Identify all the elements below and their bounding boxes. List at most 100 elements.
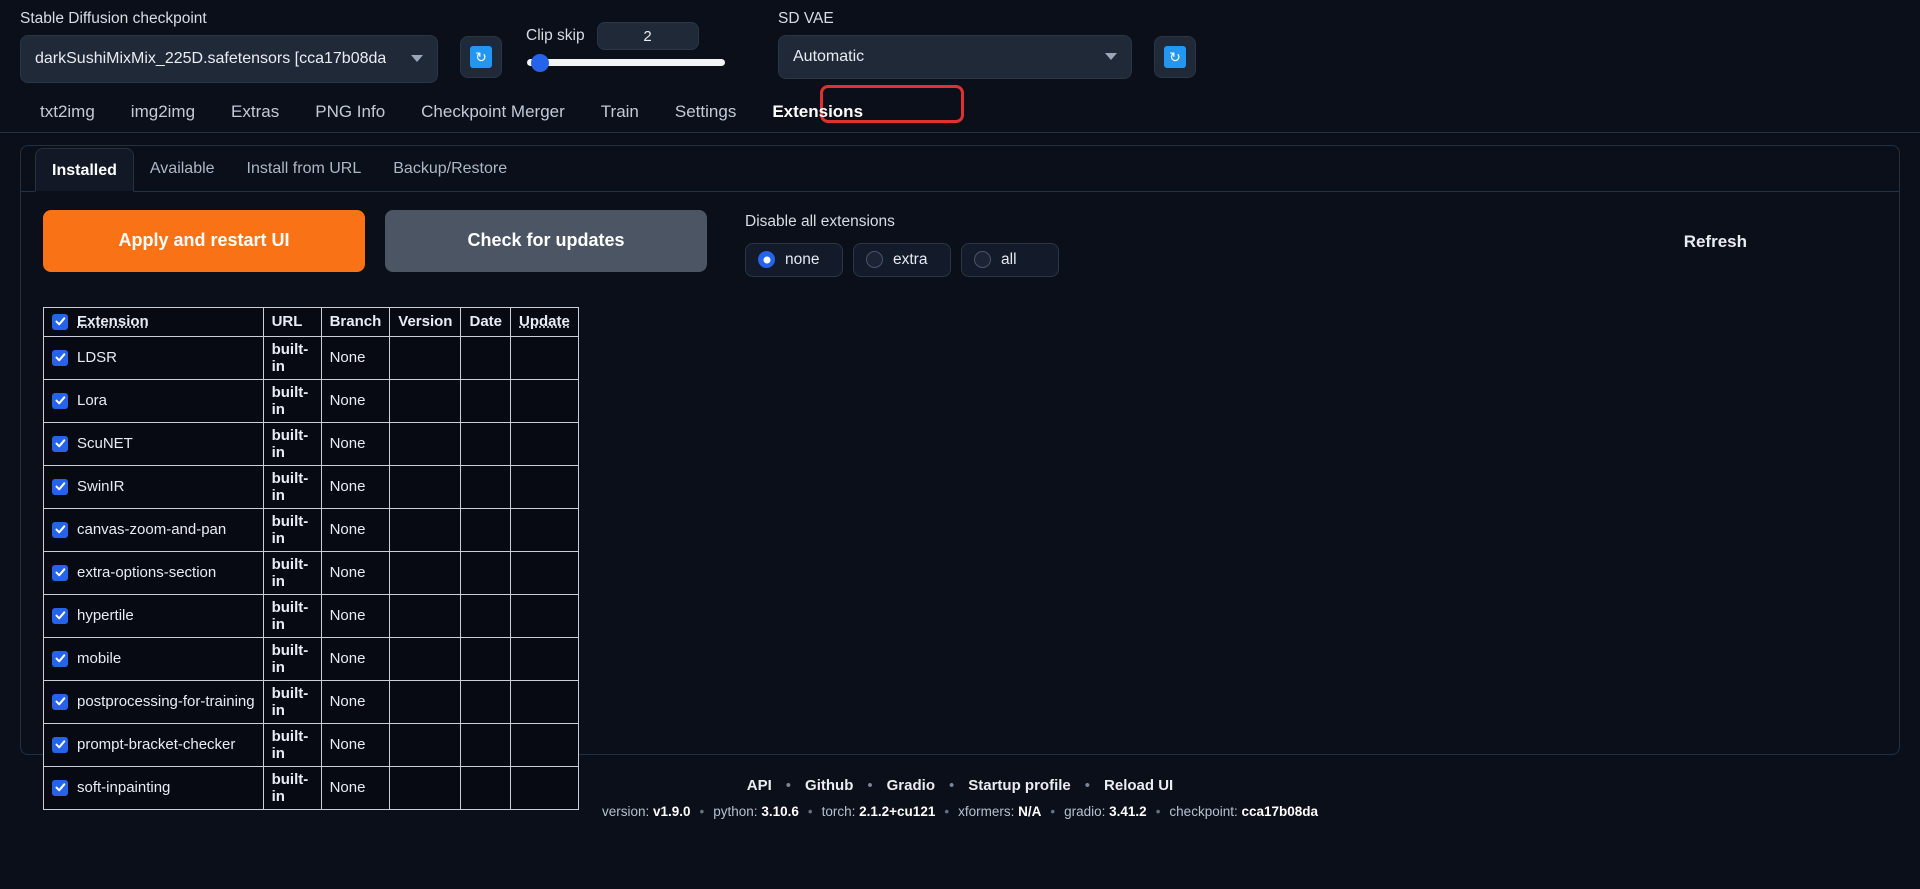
cell-branch: None <box>320 722 391 767</box>
cell-branch: None <box>320 550 391 595</box>
radio-indicator-icon <box>974 251 991 269</box>
radio-option-all[interactable]: all <box>961 242 1059 277</box>
clip-skip-input[interactable]: 2 <box>596 22 699 50</box>
clip-skip-label: Clip skip <box>526 27 585 44</box>
extension-enabled-checkbox[interactable] <box>52 392 68 409</box>
main-tab-checkpoint-merger[interactable]: Checkpoint Merger <box>403 92 583 132</box>
cell-update <box>510 335 579 380</box>
extensions-table-head: Extension URL Branch Version Date Update <box>43 306 579 337</box>
column-header-update[interactable]: Update <box>510 306 579 337</box>
check-for-updates-button[interactable]: Check for updates <box>385 209 707 272</box>
refresh-button[interactable]: Refresh <box>1684 210 1747 252</box>
clip-skip-slider-thumb[interactable] <box>531 53 549 72</box>
select-all-checkbox[interactable] <box>52 313 68 330</box>
extension-enabled-checkbox[interactable] <box>52 736 68 753</box>
refresh-checkpoint-button[interactable]: ↻ <box>460 36 502 78</box>
extension-enabled-checkbox[interactable] <box>52 435 68 452</box>
footer-version-info: version: v1.9.0 • python: 3.10.6 • torch: 2.… <box>0 804 1920 819</box>
disable-all-extensions-group: Disable all extensions none extra all <box>745 210 1059 277</box>
header-name-cell: Extension <box>52 313 255 330</box>
extensions-table-body: LDSR built-in None Lora built-in None ScuNET bu… <box>43 335 579 810</box>
radio-indicator-icon <box>866 251 883 269</box>
cell-branch: None <box>320 421 391 466</box>
sd-vae-label: SD VAE <box>778 10 834 27</box>
cell-date <box>460 679 511 724</box>
subtab-available[interactable]: Available <box>134 147 231 191</box>
cell-date <box>460 335 511 380</box>
cell-version <box>389 679 462 724</box>
footer-meta-separator: • <box>699 803 705 819</box>
extension-enabled-checkbox[interactable] <box>52 650 68 667</box>
table-row: SwinIR built-in None <box>43 464 579 509</box>
extension-name-cell: prompt-bracket-checker <box>52 736 255 753</box>
cell-version <box>389 378 462 423</box>
main-tab-extras[interactable]: Extras <box>213 92 297 132</box>
column-header-extension[interactable]: Extension <box>43 306 264 337</box>
footer-meta-value: 2.1.2+cu121 <box>859 803 936 819</box>
footer-meta-value: cca17b08da <box>1241 803 1319 819</box>
footer-link-startup-profile[interactable]: Startup profile <box>968 777 1071 794</box>
extension-enabled-checkbox[interactable] <box>52 779 68 796</box>
sd-vae-value: Automatic <box>793 47 865 65</box>
refresh-vae-button[interactable]: ↻ <box>1154 36 1196 78</box>
cell-extension-name: prompt-bracket-checker <box>43 722 264 767</box>
subtab-backup-restore[interactable]: Backup/Restore <box>377 147 523 191</box>
cell-date <box>460 593 511 638</box>
footer-link-gradio[interactable]: Gradio <box>887 777 935 794</box>
column-header-date[interactable]: Date <box>460 306 511 337</box>
table-row: extra-options-section built-in None <box>43 550 579 595</box>
extension-name-cell: canvas-zoom-and-pan <box>52 521 255 538</box>
clip-skip-slider[interactable] <box>527 53 725 72</box>
cell-extension-name: SwinIR <box>43 464 264 509</box>
column-header-url[interactable]: URL <box>262 306 322 337</box>
footer-link-reload-ui[interactable]: Reload UI <box>1104 777 1173 794</box>
cell-url: built-in <box>262 550 322 595</box>
extension-enabled-checkbox[interactable] <box>52 564 68 581</box>
extension-name-cell: Lora <box>52 392 255 409</box>
extension-enabled-checkbox[interactable] <box>52 349 68 366</box>
extension-name-cell: ScuNET <box>52 435 255 452</box>
cell-extension-name: ScuNET <box>43 421 264 466</box>
footer-separator: • <box>948 776 955 794</box>
extension-name-label: SwinIR <box>77 478 125 496</box>
extension-enabled-checkbox[interactable] <box>52 607 68 624</box>
footer-meta-separator: • <box>807 803 813 819</box>
cell-branch: None <box>320 464 391 509</box>
sd-vae-dropdown[interactable]: Automatic <box>778 34 1132 79</box>
extension-name-label: prompt-bracket-checker <box>77 736 236 754</box>
radio-option-extra[interactable]: extra <box>853 242 951 277</box>
main-tab-extensions[interactable]: Extensions <box>754 92 881 132</box>
extension-enabled-checkbox[interactable] <box>52 521 68 538</box>
cell-date <box>460 636 511 681</box>
main-tab-settings[interactable]: Settings <box>657 92 754 132</box>
footer-link-api[interactable]: API <box>747 777 772 794</box>
main-tab-train[interactable]: Train <box>583 92 657 132</box>
main-tab-img2img[interactable]: img2img <box>113 92 213 132</box>
main-tab-png-info[interactable]: PNG Info <box>297 92 403 132</box>
table-row: Lora built-in None <box>43 378 579 423</box>
extension-enabled-checkbox[interactable] <box>52 693 68 710</box>
cell-version <box>389 722 462 767</box>
apply-and-restart-ui-button[interactable]: Apply and restart UI <box>43 209 365 272</box>
cell-update <box>510 507 579 552</box>
cell-update <box>510 378 579 423</box>
refresh-icon: ↻ <box>1164 46 1186 68</box>
main-tab-txt2img[interactable]: txt2img <box>22 92 113 132</box>
cell-extension-name: Lora <box>43 378 264 423</box>
extension-name-label: LDSR <box>77 349 118 367</box>
main-tab-bar: txt2img img2img Extras PNG Info Checkpoint M… <box>0 84 1920 133</box>
extension-enabled-checkbox[interactable] <box>52 478 68 495</box>
refresh-icon: ↻ <box>470 46 492 68</box>
footer-meta-value: 3.41.2 <box>1109 803 1147 819</box>
radio-option-none[interactable]: none <box>745 242 843 277</box>
radio-option-label: all <box>1001 250 1017 268</box>
extension-name-label: postprocessing-for-training <box>77 693 255 711</box>
footer-link-github[interactable]: Github <box>805 777 853 794</box>
column-header-branch[interactable]: Branch <box>320 306 391 337</box>
subtab-installed[interactable]: Installed <box>35 147 134 192</box>
column-header-version[interactable]: Version <box>389 306 462 337</box>
checkpoint-dropdown[interactable]: darkSushiMixMix_225D.safetensors [cca17b… <box>20 34 438 83</box>
cell-url: built-in <box>262 507 322 552</box>
footer-separator: • <box>867 776 873 794</box>
subtab-install-from-url[interactable]: Install from URL <box>231 147 378 191</box>
